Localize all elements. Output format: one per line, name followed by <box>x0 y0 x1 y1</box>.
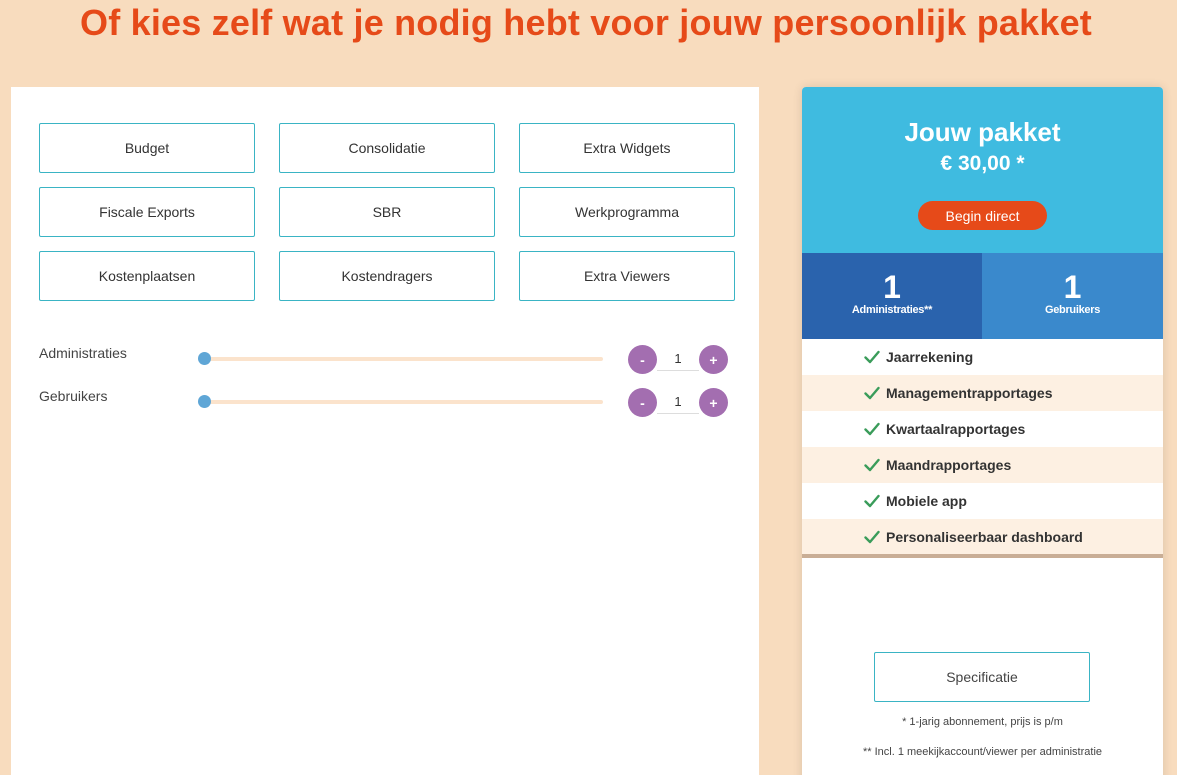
check-icon <box>864 530 880 544</box>
feature-item: Jaarrekening <box>802 339 1163 375</box>
feature-item: Maandrapportages <box>802 447 1163 483</box>
option-kostenplaatsen-button[interactable]: Kostenplaatsen <box>39 251 255 301</box>
administraties-slider-row: Administraties - + <box>39 345 739 375</box>
feature-item: Kwartaalrapportages <box>802 411 1163 447</box>
check-icon <box>864 422 880 436</box>
gebruikers-count-box: 1 Gebruikers <box>982 253 1163 339</box>
module-options-grid: Budget Consolidatie Extra Widgets Fiscal… <box>39 123 735 301</box>
option-budget-button[interactable]: Budget <box>39 123 255 173</box>
gebruikers-count: 1 <box>1063 269 1082 305</box>
option-fiscale-exports-button[interactable]: Fiscale Exports <box>39 187 255 237</box>
administraties-slider-handle[interactable] <box>198 352 211 365</box>
check-icon <box>864 386 880 400</box>
package-title: Jouw pakket <box>904 117 1061 147</box>
feature-divider <box>802 554 1163 558</box>
package-header: Jouw pakket € 30,00 * Begin direct <box>802 87 1163 253</box>
package-summary-card: Jouw pakket € 30,00 * Begin direct 1 Adm… <box>802 87 1163 775</box>
gebruikers-slider-track[interactable] <box>204 400 603 404</box>
option-extra-viewers-button[interactable]: Extra Viewers <box>519 251 735 301</box>
option-consolidatie-button[interactable]: Consolidatie <box>279 123 495 173</box>
options-panel: Budget Consolidatie Extra Widgets Fiscal… <box>11 87 759 775</box>
option-kostendragers-button[interactable]: Kostendragers <box>279 251 495 301</box>
administraties-increment-button[interactable]: + <box>699 345 728 374</box>
option-extra-widgets-button[interactable]: Extra Widgets <box>519 123 735 173</box>
option-sbr-button[interactable]: SBR <box>279 187 495 237</box>
administraties-count: 1 <box>883 269 901 305</box>
administraties-stepper: - + <box>628 345 731 374</box>
administraties-count-box: 1 Administraties** <box>802 253 982 339</box>
feature-item: Personaliseerbaar dashboard <box>802 519 1163 555</box>
gebruikers-quantity-input[interactable] <box>657 390 699 414</box>
feature-label: Mobiele app <box>886 493 967 509</box>
feature-label: Kwartaalrapportages <box>886 421 1026 437</box>
check-icon <box>864 494 880 508</box>
feature-item: Mobiele app <box>802 483 1163 519</box>
viewer-note: ** Incl. 1 meekijkaccount/viewer per adm… <box>862 746 1103 758</box>
feature-item: Managementrapportages <box>802 375 1163 411</box>
check-icon <box>864 458 880 472</box>
feature-label: Managementrapportages <box>886 385 1053 401</box>
gebruikers-stepper: - + <box>628 388 731 417</box>
gebruikers-slider-row: Gebruikers - + <box>39 388 739 418</box>
feature-label: Personaliseerbaar dashboard <box>886 529 1083 545</box>
gebruikers-label: Gebruikers <box>39 388 108 404</box>
package-price: € 30,00 * <box>940 152 1025 175</box>
administraties-slider-track[interactable] <box>204 357 603 361</box>
feature-label: Jaarrekening <box>886 349 974 365</box>
check-icon <box>864 350 880 364</box>
begin-direct-button[interactable]: Begin direct <box>918 201 1047 230</box>
package-counts: 1 Administraties** 1 Gebruikers <box>802 253 1163 339</box>
gebruikers-slider-handle[interactable] <box>198 395 211 408</box>
feature-label: Maandrapportages <box>886 457 1012 473</box>
gebruikers-count-label: Gebruikers <box>1044 304 1101 316</box>
administraties-label: Administraties <box>39 345 127 361</box>
page-title: Of kies zelf wat je nodig hebt voor jouw… <box>80 2 1092 43</box>
administraties-quantity-input[interactable] <box>657 347 699 371</box>
gebruikers-decrement-button[interactable]: - <box>628 388 657 417</box>
subscription-note: * 1-jarig abonnement, prijs is p/m <box>902 716 1063 728</box>
administraties-decrement-button[interactable]: - <box>628 345 657 374</box>
gebruikers-increment-button[interactable]: + <box>699 388 728 417</box>
option-werkprogramma-button[interactable]: Werkprogramma <box>519 187 735 237</box>
feature-list: Jaarrekening Managementrapportages Kwart… <box>802 339 1163 555</box>
specificatie-button[interactable]: Specificatie <box>874 652 1090 702</box>
administraties-count-label: Administraties** <box>851 304 933 316</box>
